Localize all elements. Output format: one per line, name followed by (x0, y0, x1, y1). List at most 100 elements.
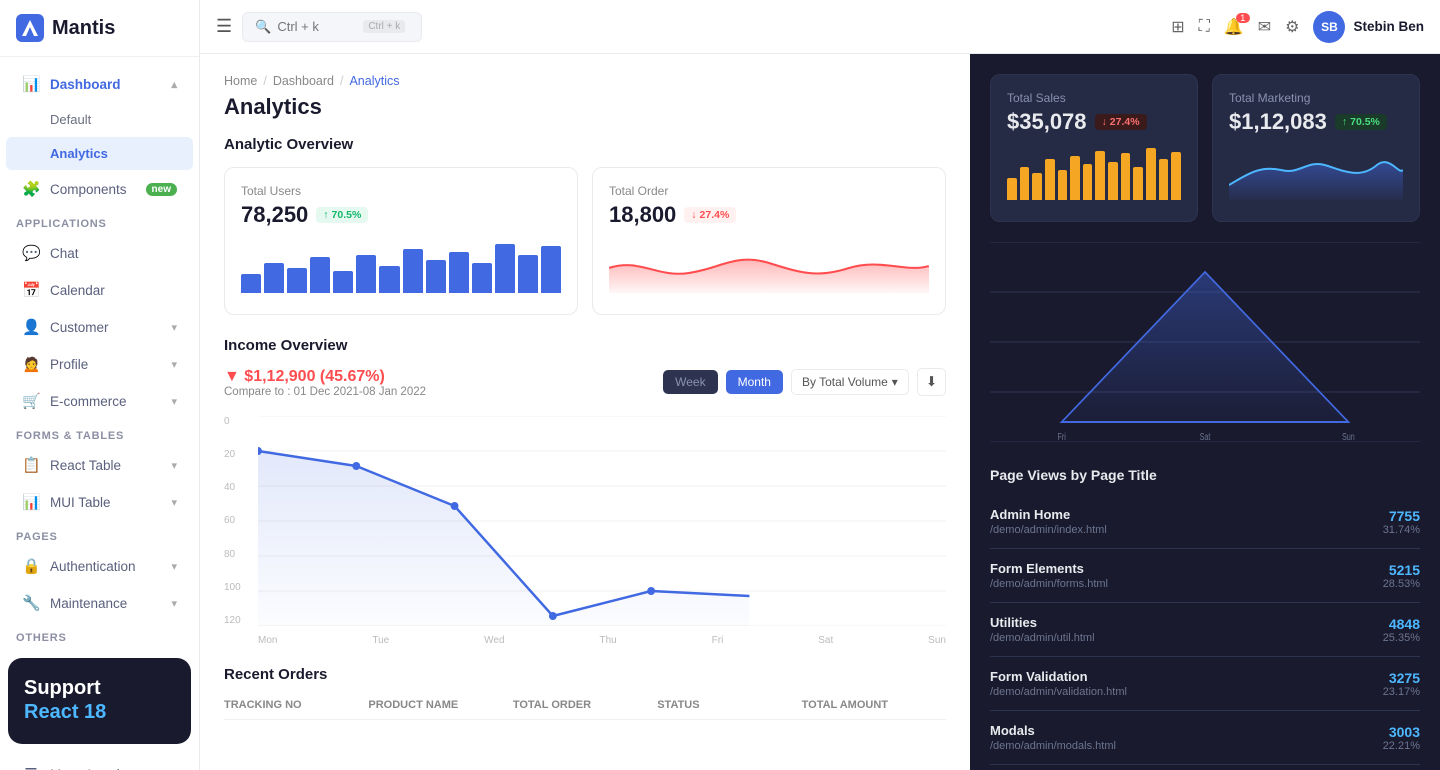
sidebar-item-chat[interactable]: 💬 Chat (6, 235, 193, 271)
col-total-order: TOTAL ORDER (513, 699, 657, 711)
grid-icon[interactable]: ⊞ (1171, 17, 1184, 37)
fullscreen-icon[interactable]: ⛶ (1199, 18, 1210, 36)
income-overview-section: Income Overview ▼ $1,12,900 (45.67%) Com… (224, 337, 946, 646)
calendar-icon: 📅 (22, 281, 40, 299)
stat-value-row-sales: $35,078 ↓ 27.4% (1007, 109, 1181, 135)
sidebar-item-react-table[interactable]: 📋 React Table ▾ (6, 447, 193, 483)
search-input[interactable] (277, 19, 357, 34)
pv-pct-1: 28.53% (1383, 578, 1420, 590)
content-right: Total Sales $35,078 ↓ 27.4% (970, 54, 1440, 770)
users-bar-chart (241, 238, 561, 293)
stat-badge-users: ↑ 70.5% (316, 207, 368, 223)
pv-count-4: 3003 (1383, 724, 1420, 740)
sidebar-item-label-profile: Profile (50, 357, 88, 372)
arrow-down-icon-2: ↓ (1102, 116, 1107, 128)
svg-text:Sun: Sun (1342, 431, 1355, 442)
breadcrumb-sep1: / (263, 74, 266, 88)
sidebar-item-default[interactable]: Default (6, 103, 193, 136)
sidebar-navigation: 📊 Dashboard ▴ Default Analytics 🧩 Compon… (0, 57, 199, 770)
pv-count-2: 4848 (1383, 616, 1420, 632)
sidebar-item-dashboard[interactable]: 📊 Dashboard ▴ (6, 66, 193, 102)
line-chart-svg (258, 416, 946, 626)
bell-icon[interactable]: 🔔 1 (1224, 17, 1244, 37)
settings-icon[interactable]: ⚙ (1285, 17, 1299, 37)
sidebar-item-mui-table[interactable]: 📊 MUI Table ▾ (6, 484, 193, 520)
page-view-item-3: Form Validation /demo/admin/validation.h… (990, 657, 1420, 711)
chevron-down-icon-5: ▾ (171, 496, 177, 509)
sidebar-item-menu-levels[interactable]: ☰ Menu Levels ▾ (6, 756, 193, 770)
stat-value-row-order: 18,800 ↓ 27.4% (609, 202, 929, 228)
arrow-up-icon: ↑ (323, 209, 328, 221)
support-react-banner[interactable]: Support React 18 (8, 658, 191, 744)
stat-value-row-marketing: $1,12,083 ↑ 70.5% (1229, 109, 1403, 135)
stat-card-sales: Total Sales $35,078 ↓ 27.4% (990, 74, 1198, 222)
breadcrumb-sep2: / (340, 74, 343, 88)
stat-label-marketing: Total Marketing (1229, 91, 1403, 105)
volume-button[interactable]: By Total Volume ▾ (791, 369, 909, 395)
avatar-circle: SB (1313, 11, 1345, 43)
mui-table-icon: 📊 (22, 493, 40, 511)
pv-left-2: Utilities /demo/admin/util.html (990, 615, 1095, 644)
topbar-left: ☰ 🔍 Ctrl + k (216, 12, 1161, 42)
stat-label-order: Total Order (609, 184, 929, 198)
pv-pct-4: 22.21% (1383, 740, 1420, 752)
sidebar-item-analytics[interactable]: Analytics (6, 137, 193, 170)
sidebar-item-ecommerce[interactable]: 🛒 E-commerce ▾ (6, 383, 193, 419)
sidebar-item-label-customer: Customer (50, 320, 109, 335)
pv-left-1: Form Elements /demo/admin/forms.html (990, 561, 1108, 590)
search-icon: 🔍 (255, 19, 271, 35)
new-badge: new (146, 183, 177, 196)
sidebar-item-profile[interactable]: 🙍 Profile ▾ (6, 346, 193, 382)
week-button[interactable]: Week (663, 370, 717, 394)
sidebar-item-customer[interactable]: 👤 Customer ▾ (6, 309, 193, 345)
stat-card-users: Total Users 78,250 ↑ 70.5% (224, 167, 578, 315)
customer-icon: 👤 (22, 318, 40, 336)
content-split: Home / Dashboard / Analytics Analytics A… (200, 54, 1440, 770)
sidebar-item-calendar[interactable]: 📅 Calendar (6, 272, 193, 308)
user-avatar[interactable]: SB Stebin Ben (1313, 11, 1424, 43)
search-shortcut: Ctrl + k (363, 20, 405, 33)
pv-url-2: /demo/admin/util.html (990, 632, 1095, 644)
mail-icon[interactable]: ✉ (1258, 17, 1271, 37)
breadcrumb-dashboard[interactable]: Dashboard (273, 74, 334, 88)
sidebar-item-authentication[interactable]: 🔒 Authentication ▾ (6, 548, 193, 584)
pv-pct-2: 25.35% (1383, 632, 1420, 644)
marketing-area-chart (1229, 145, 1403, 200)
authentication-icon: 🔒 (22, 557, 40, 575)
pv-count-0: 7755 (1383, 508, 1420, 524)
pv-right-3: 3275 23.17% (1383, 670, 1420, 698)
chevron-down-icon-7: ▾ (171, 597, 177, 610)
arrow-down-icon: ↓ (691, 209, 696, 221)
search-bar[interactable]: 🔍 Ctrl + k (242, 12, 422, 42)
breadcrumb-home[interactable]: Home (224, 74, 257, 88)
chart-x-labels: Mon Tue Wed Thu Fri Sat Sun (258, 635, 946, 646)
sidebar-item-label-chat: Chat (50, 246, 79, 261)
pv-count-1: 5215 (1383, 562, 1420, 578)
topbar-username: Stebin Ben (1353, 19, 1424, 34)
month-button[interactable]: Month (726, 370, 783, 394)
sidebar-item-label-maintenance: Maintenance (50, 596, 127, 611)
pv-name-0: Admin Home (990, 507, 1107, 522)
components-icon: 🧩 (22, 180, 40, 198)
sidebar-item-components[interactable]: 🧩 Components new (6, 171, 193, 207)
sidebar-item-label-mui-table: MUI Table (50, 495, 111, 510)
sidebar-item-label-calendar: Calendar (50, 283, 105, 298)
maintenance-icon: 🔧 (22, 594, 40, 612)
topbar-right: ⊞ ⛶ 🔔 1 ✉ ⚙ SB Stebin Ben (1171, 11, 1424, 43)
sidebar-sub-label-default: Default (50, 112, 91, 127)
sidebar-item-maintenance[interactable]: 🔧 Maintenance ▾ (6, 585, 193, 621)
income-header: ▼ $1,12,900 (45.67%) Compare to : 01 Dec… (224, 368, 946, 412)
sidebar-item-label-authentication: Authentication (50, 559, 136, 574)
income-compare: Compare to : 01 Dec 2021-08 Jan 2022 (224, 386, 426, 398)
pv-left-3: Form Validation /demo/admin/validation.h… (990, 669, 1127, 698)
content-left: Home / Dashboard / Analytics Analytics A… (200, 54, 970, 770)
pv-url-1: /demo/admin/forms.html (990, 578, 1108, 590)
support-line1: Support (24, 676, 175, 700)
stat-cards-row: Total Users 78,250 ↑ 70.5% (224, 167, 946, 315)
order-area-chart (609, 238, 929, 293)
download-button[interactable]: ⬇ (917, 368, 946, 396)
avatar-initials: SB (1321, 20, 1338, 34)
hamburger-icon[interactable]: ☰ (216, 16, 232, 37)
stat-badge-marketing: ↑ 70.5% (1335, 114, 1387, 130)
dark-stat-cards: Total Sales $35,078 ↓ 27.4% (990, 54, 1420, 222)
